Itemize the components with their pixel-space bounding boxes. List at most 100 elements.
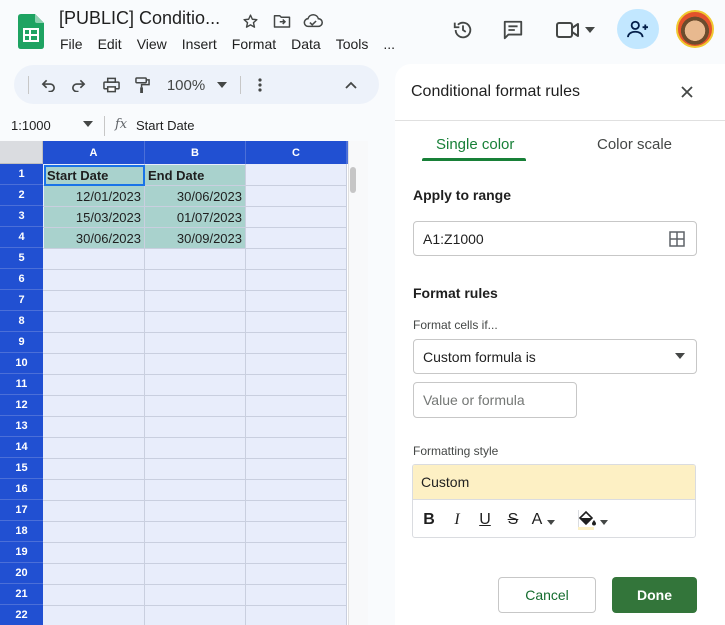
share-button[interactable] <box>617 9 659 49</box>
tab-single-color[interactable]: Single color <box>436 136 514 153</box>
conditional-format-panel: Conditional format rules Single color Co… <box>395 64 725 625</box>
menu-edit[interactable]: Edit <box>98 36 122 52</box>
user-avatar[interactable] <box>676 10 714 48</box>
row-header[interactable]: 11 <box>0 374 43 395</box>
formula-input[interactable]: Start Date <box>136 118 195 133</box>
fill-color-dropdown-icon[interactable] <box>600 520 608 525</box>
row-header[interactable]: 17 <box>0 500 43 521</box>
column-header-a[interactable]: A <box>43 141 145 164</box>
row-header[interactable]: 22 <box>0 605 43 625</box>
gridline <box>43 563 347 564</box>
italic-button[interactable]: I <box>449 509 465 531</box>
more-options-icon[interactable] <box>252 74 268 96</box>
print-icon[interactable] <box>100 74 122 96</box>
cell-b3[interactable]: 01/07/2023 <box>145 207 245 227</box>
row-header[interactable]: 18 <box>0 521 43 542</box>
menu-more[interactable]: ... <box>383 36 395 52</box>
name-box-dropdown-icon[interactable] <box>83 121 93 127</box>
name-box[interactable]: 1:1000 <box>11 118 51 133</box>
redo-icon[interactable] <box>68 74 88 96</box>
spreadsheet-grid[interactable]: A B C 1 2 3 4 5 6 7 8 9 10 11 12 13 14 1… <box>0 141 368 625</box>
scrollbar-thumb[interactable] <box>350 167 356 193</box>
select-all-corner[interactable] <box>0 141 43 164</box>
row-header[interactable]: 14 <box>0 437 43 458</box>
fx-icon: fx <box>115 117 128 132</box>
gridline <box>43 311 347 312</box>
panel-title: Conditional format rules <box>411 83 580 100</box>
column-header-b[interactable]: B <box>145 141 246 164</box>
row-header[interactable]: 3 <box>0 206 43 227</box>
range-input[interactable]: A1:Z1000 <box>413 221 697 256</box>
meet-icon[interactable] <box>553 10 597 50</box>
row-header[interactable]: 10 <box>0 353 43 374</box>
cell-b2[interactable]: 30/06/2023 <box>145 186 245 206</box>
menu-data[interactable]: Data <box>291 36 321 52</box>
row-header[interactable]: 15 <box>0 458 43 479</box>
gridline <box>43 500 347 501</box>
zoom-select[interactable]: 100% <box>166 74 206 96</box>
cell-a1[interactable]: Start Date <box>44 165 144 185</box>
fill-color-icon[interactable] <box>575 509 597 531</box>
style-preview[interactable]: Custom <box>413 465 695 500</box>
collapse-toolbar-icon[interactable] <box>343 74 359 96</box>
text-color-dropdown-icon[interactable] <box>547 520 555 525</box>
row-header[interactable]: 19 <box>0 542 43 563</box>
comments-icon[interactable] <box>500 10 526 50</box>
zoom-dropdown-icon[interactable] <box>216 74 228 96</box>
version-history-icon[interactable] <box>450 10 476 50</box>
row-header[interactable]: 13 <box>0 416 43 437</box>
cell-b4[interactable]: 30/09/2023 <box>145 228 245 248</box>
row-header[interactable]: 12 <box>0 395 43 416</box>
panel-gutter <box>368 141 395 625</box>
undo-icon[interactable] <box>38 74 58 96</box>
app-header: [PUBLIC] Conditio... File Edit View Inse… <box>0 0 725 62</box>
gridline <box>43 269 347 270</box>
row-header[interactable]: 2 <box>0 185 43 206</box>
row-header[interactable]: 16 <box>0 479 43 500</box>
document-title[interactable]: [PUBLIC] Conditio... <box>59 8 220 29</box>
cell-a4[interactable]: 30/06/2023 <box>44 228 144 248</box>
chevron-down-icon[interactable] <box>675 353 685 359</box>
condition-select[interactable]: Custom formula is <box>413 339 697 374</box>
sheets-logo-icon[interactable] <box>18 14 44 49</box>
vertical-scrollbar[interactable] <box>348 141 368 625</box>
underline-button[interactable]: U <box>477 509 493 531</box>
move-folder-icon[interactable] <box>271 11 292 31</box>
row-header[interactable]: 20 <box>0 563 43 584</box>
active-tab-indicator <box>422 158 526 161</box>
strikethrough-button[interactable]: S <box>505 509 521 531</box>
cloud-saved-icon[interactable] <box>302 11 323 31</box>
done-button[interactable]: Done <box>612 577 697 613</box>
row-header[interactable]: 4 <box>0 227 43 248</box>
close-icon[interactable] <box>679 84 695 100</box>
row-header[interactable]: 5 <box>0 248 43 269</box>
row-header[interactable]: 9 <box>0 332 43 353</box>
tab-color-scale[interactable]: Color scale <box>597 136 672 153</box>
row-header[interactable]: 21 <box>0 584 43 605</box>
row-header[interactable]: 8 <box>0 311 43 332</box>
column-header-c[interactable]: C <box>246 141 347 164</box>
menu-tools[interactable]: Tools <box>336 36 369 52</box>
menu-view[interactable]: View <box>137 36 167 52</box>
cancel-button[interactable]: Cancel <box>498 577 596 613</box>
gridline <box>43 584 347 585</box>
row-header[interactable]: 7 <box>0 290 43 311</box>
row-header[interactable]: 1 <box>0 164 43 185</box>
bold-button[interactable]: B <box>421 509 437 531</box>
menu-format[interactable]: Format <box>232 36 276 52</box>
row-header[interactable]: 6 <box>0 269 43 290</box>
cell-a3[interactable]: 15/03/2023 <box>44 207 144 227</box>
select-range-icon[interactable] <box>669 231 685 247</box>
menu-bar: File Edit View Insert Format Data Tools … <box>60 36 410 52</box>
paint-format-icon[interactable] <box>131 74 153 96</box>
menu-insert[interactable]: Insert <box>182 36 217 52</box>
menu-file[interactable]: File <box>60 36 83 52</box>
cell-a2[interactable]: 12/01/2023 <box>44 186 144 206</box>
gridline <box>43 416 347 417</box>
star-icon[interactable] <box>240 11 261 31</box>
text-color-button[interactable]: A <box>529 509 545 531</box>
value-or-formula-input[interactable]: Value or formula <box>413 382 577 418</box>
gridline <box>43 458 347 459</box>
gridline <box>43 479 347 480</box>
cell-b1[interactable]: End Date <box>145 165 245 185</box>
